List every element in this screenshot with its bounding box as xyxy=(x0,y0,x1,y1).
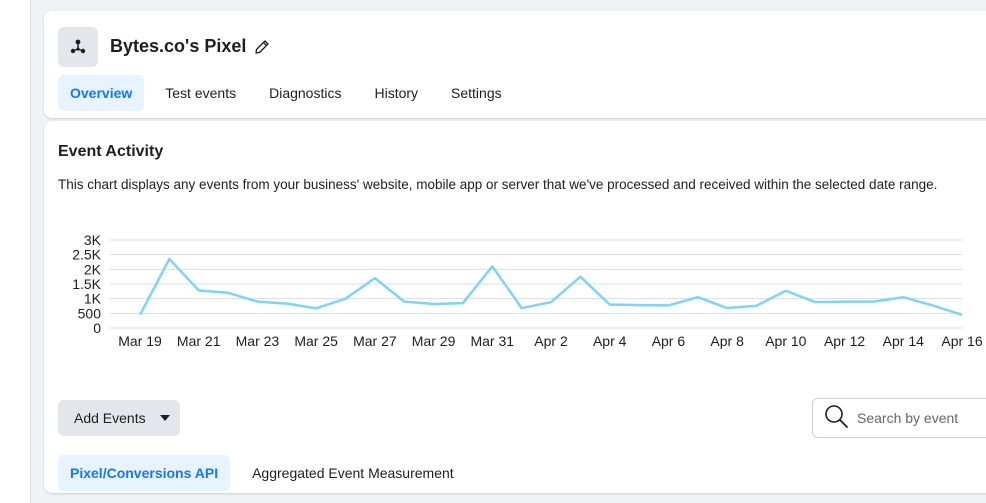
data-point[interactable] xyxy=(137,312,143,318)
tab-pixel-conversions-api[interactable]: Pixel/Conversions API xyxy=(58,455,231,491)
data-point[interactable] xyxy=(284,301,290,307)
data-point[interactable] xyxy=(695,294,701,300)
data-point[interactable] xyxy=(871,299,877,305)
page-title: Bytes.co's Pixel xyxy=(110,36,270,57)
data-point[interactable] xyxy=(343,296,349,302)
pixel-tabs: Overview Test events Diagnostics History… xyxy=(58,75,523,111)
y-tick-label: 2K xyxy=(84,261,102,277)
y-tick-label: 1.5K xyxy=(72,276,101,292)
x-tick-label: Mar 25 xyxy=(294,333,338,349)
data-point[interactable] xyxy=(519,305,525,311)
chart-svg: 05001K1.5K2K2.5K3K Mar 19 Mar 21 Mar 23 Mar … xyxy=(72,232,983,349)
left-rail xyxy=(0,0,31,503)
add-events-button[interactable]: Add Events xyxy=(58,400,180,436)
data-point[interactable] xyxy=(431,301,437,307)
data-point[interactable] xyxy=(254,299,260,305)
y-tick-label: 500 xyxy=(78,305,102,321)
data-point[interactable] xyxy=(959,312,965,318)
data-point[interactable] xyxy=(460,300,466,306)
data-point[interactable] xyxy=(548,299,554,305)
x-tick-label: Apr 6 xyxy=(652,333,686,349)
x-tick-label: Apr 8 xyxy=(710,333,744,349)
data-point[interactable] xyxy=(900,294,906,300)
x-tick-label: Mar 29 xyxy=(412,333,456,349)
event-activity-chart: 0 500 1K 1.5K 2K 2.5K 3K Mar 19 Mar 21 Mar 23 Mar … xyxy=(44,121,986,366)
x-tick-label: Apr 16 xyxy=(941,333,982,349)
add-events-label: Add Events xyxy=(74,410,146,426)
data-point[interactable] xyxy=(372,275,378,281)
x-tick-label: Mar 23 xyxy=(236,333,280,349)
caret-down-icon xyxy=(159,415,170,421)
pixel-network-icon xyxy=(58,27,98,67)
y-tick-label: 1K xyxy=(84,291,102,307)
search-input[interactable] xyxy=(857,410,986,426)
search-box[interactable] xyxy=(812,398,986,438)
data-point[interactable] xyxy=(930,302,936,308)
pixel-name: Bytes.co's Pixel xyxy=(110,36,247,56)
data-point[interactable] xyxy=(489,263,495,269)
data-point[interactable] xyxy=(665,302,671,308)
data-point[interactable] xyxy=(754,303,760,309)
y-tick-label: 0 xyxy=(93,320,101,336)
tab-test-events[interactable]: Test events xyxy=(153,75,248,111)
x-tick-label: Apr 4 xyxy=(593,333,627,349)
data-point[interactable] xyxy=(196,287,202,293)
event-source-tabs: Pixel/Conversions API Aggregated Event M… xyxy=(58,455,476,491)
x-tick-label: Apr 14 xyxy=(883,333,924,349)
data-point[interactable] xyxy=(636,302,642,308)
data-point[interactable] xyxy=(842,299,848,305)
search-icon xyxy=(823,403,849,434)
pencil-icon[interactable] xyxy=(254,39,270,55)
x-tick-label: Apr 12 xyxy=(824,333,865,349)
x-tick-label: Mar 19 xyxy=(118,333,162,349)
pixel-header-card: Bytes.co's Pixel Overview Test events Di… xyxy=(44,11,986,118)
event-activity-card: Event Activity This chart displays any e… xyxy=(44,121,986,493)
data-point[interactable] xyxy=(313,305,319,311)
data-point[interactable] xyxy=(401,299,407,305)
data-point[interactable] xyxy=(607,302,613,308)
x-tick-label: Apr 2 xyxy=(534,333,568,349)
tab-diagnostics[interactable]: Diagnostics xyxy=(257,75,353,111)
x-tick-label: Mar 31 xyxy=(470,333,514,349)
x-tick-label: Mar 21 xyxy=(177,333,221,349)
tab-history[interactable]: History xyxy=(362,75,430,111)
data-point[interactable] xyxy=(812,299,818,305)
y-tick-label: 3K xyxy=(84,232,102,248)
tab-aggregated-event-measurement[interactable]: Aggregated Event Measurement xyxy=(240,455,466,491)
tab-settings[interactable]: Settings xyxy=(439,75,514,111)
x-tick-label: Mar 27 xyxy=(353,333,397,349)
data-point[interactable] xyxy=(225,290,231,296)
x-tick-label: Apr 10 xyxy=(765,333,806,349)
data-point[interactable] xyxy=(577,274,583,280)
data-point[interactable] xyxy=(166,256,172,262)
y-tick-label: 2.5K xyxy=(72,247,101,263)
data-point[interactable] xyxy=(783,288,789,294)
data-point[interactable] xyxy=(724,305,730,311)
tab-overview[interactable]: Overview xyxy=(58,75,145,111)
series-line xyxy=(138,257,963,316)
